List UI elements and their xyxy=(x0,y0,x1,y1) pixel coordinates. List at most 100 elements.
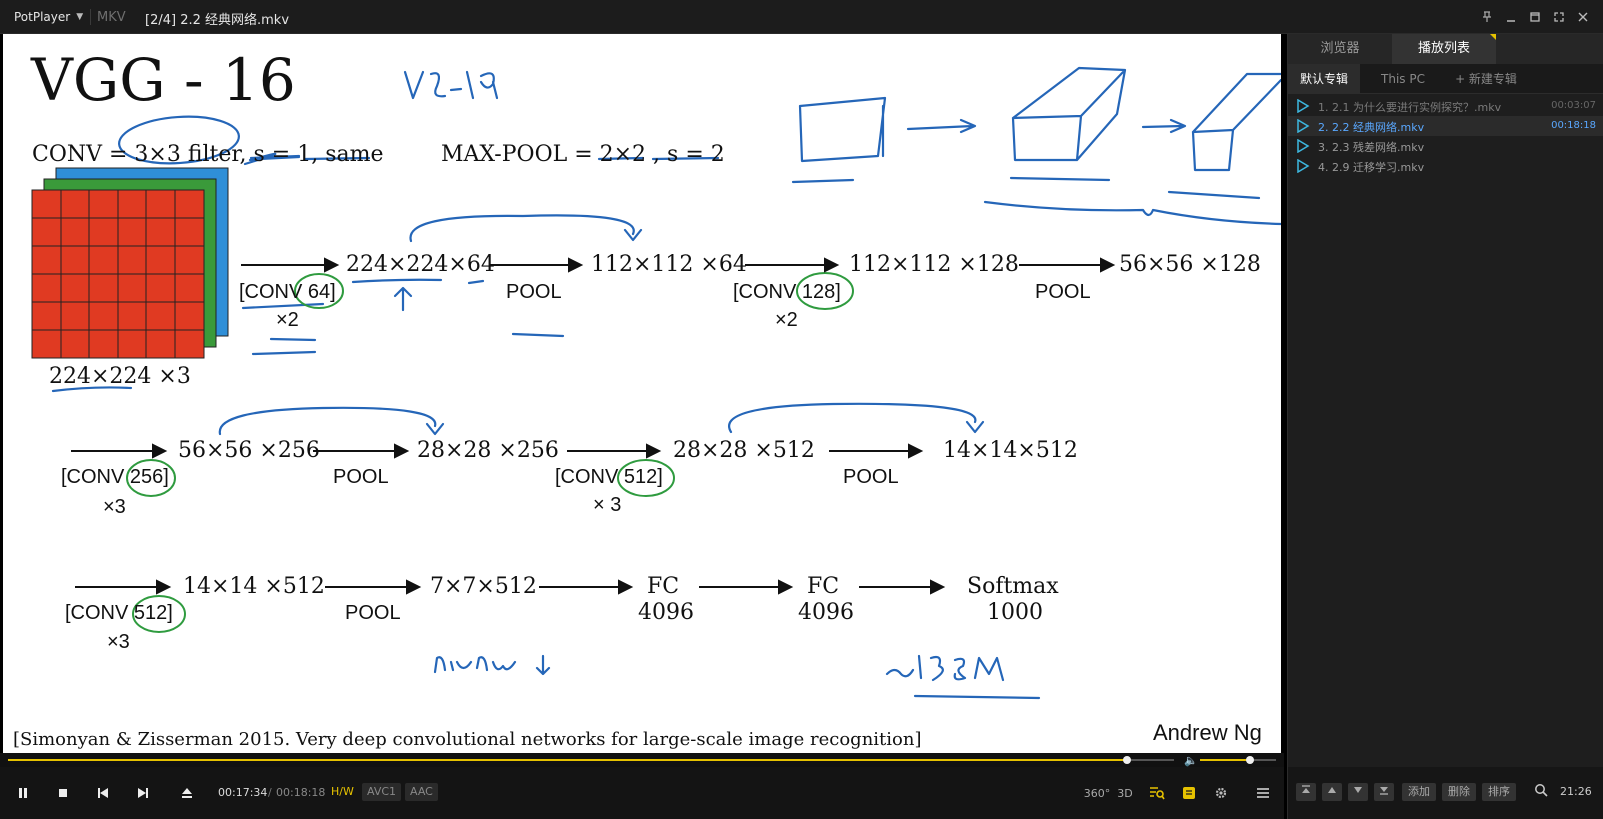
3d-button[interactable]: 3D xyxy=(1112,781,1138,805)
list-item[interactable]: 4. 2.9 迁移学习.mkv xyxy=(1288,156,1603,176)
sort-button[interactable]: 排序 xyxy=(1482,783,1516,801)
layer-op: POOL xyxy=(1035,281,1091,303)
tab-playlist[interactable]: 播放列表 xyxy=(1392,34,1496,64)
layer-op: [CONV 512] xyxy=(555,466,663,488)
move-bottom-button[interactable] xyxy=(1374,783,1394,801)
audio-codec-badge[interactable]: AAC xyxy=(405,783,438,801)
add-button[interactable]: 添加 xyxy=(1402,783,1436,801)
search-button[interactable] xyxy=(1528,783,1554,801)
tab-browser[interactable]: 浏览器 xyxy=(1288,34,1392,64)
previous-icon xyxy=(98,788,108,798)
maximize-button[interactable] xyxy=(1523,6,1547,28)
settings-button[interactable] xyxy=(1208,781,1234,805)
layer-op: POOL xyxy=(345,602,401,624)
progress-track[interactable] xyxy=(8,756,1174,764)
lecture-slide: VGG - 16 CONV = 3×3 filter, s = 1, same … xyxy=(3,34,1281,753)
maximize-icon xyxy=(1530,12,1540,22)
title-bar: PotPlayer ▼ MKV [2/4] 2.2 经典网络.mkv xyxy=(0,0,1603,34)
album-tab-new[interactable]: + 新建专辑 xyxy=(1446,64,1526,94)
move-down-button[interactable] xyxy=(1348,783,1368,801)
layer-output: Softmax xyxy=(967,574,1059,599)
playlist-toolbar: 添加 删除 排序 21:26 xyxy=(1288,767,1603,819)
play-marker-icon xyxy=(1297,139,1310,153)
author-credit: Andrew Ng xyxy=(1153,720,1262,745)
minimize-button[interactable] xyxy=(1499,6,1523,28)
list-item[interactable]: 3. 2.3 残差网络.mkv xyxy=(1288,136,1603,156)
pause-icon xyxy=(19,788,27,798)
search-icon xyxy=(1535,784,1548,797)
layer-output: 56×56 ×256 xyxy=(178,438,320,463)
layer-output: 28×28 ×256 xyxy=(417,438,559,463)
subtitle-search-icon xyxy=(1150,787,1165,800)
video-surface[interactable]: VGG - 16 CONV = 3×3 filter, s = 1, same … xyxy=(0,34,1284,753)
time-separator: / xyxy=(268,786,272,799)
layer-output: 112×112 ×64 xyxy=(591,252,747,277)
vr-360-button[interactable]: 360° xyxy=(1084,781,1111,805)
eject-button[interactable] xyxy=(174,781,200,805)
control-bar: 00:17:34 / 00:18:18 H/W AVC1 AAC 360° 3D xyxy=(0,767,1284,819)
input-dimension: 224×224 ×3 xyxy=(49,364,191,389)
item-duration: 00:03:07 xyxy=(1551,100,1596,111)
close-button[interactable] xyxy=(1571,6,1595,28)
subtitle-search-button[interactable] xyxy=(1144,781,1170,805)
layer-output: FC xyxy=(647,574,680,599)
hw-decode-badge[interactable]: H/W xyxy=(326,783,359,801)
item-title: 2. 2.2 经典网络.mkv xyxy=(1318,121,1425,134)
minimize-icon xyxy=(1507,20,1515,22)
playlist-list: 1. 2.1 为什么要进行实例探究？.mkv 00:03:07 2. 2.2 经… xyxy=(1288,96,1603,176)
item-title: 3. 2.3 残差网络.mkv xyxy=(1318,141,1425,154)
pause-button[interactable] xyxy=(10,781,36,805)
eject-icon xyxy=(182,788,192,798)
layer-output: 56×56 ×128 xyxy=(1119,252,1261,277)
close-icon xyxy=(1578,12,1588,22)
next-button[interactable] xyxy=(130,781,156,805)
layer-op: [CONV 128] xyxy=(733,281,841,303)
progress-handle[interactable] xyxy=(1123,756,1132,764)
gear-icon xyxy=(1215,787,1227,799)
layer-output: 14×14×512 xyxy=(943,438,1078,463)
album-tab-this-pc[interactable]: This PC xyxy=(1366,64,1440,94)
layer-op: POOL xyxy=(843,466,899,488)
menu-icon xyxy=(1257,788,1269,798)
move-top-button[interactable] xyxy=(1296,783,1316,801)
layer-multiplier: ×2 xyxy=(276,309,299,331)
playlist-icon xyxy=(1183,787,1195,799)
volume-slider[interactable] xyxy=(1200,756,1276,764)
video-codec-badge[interactable]: AVC1 xyxy=(362,783,402,801)
layer-output: 224×224×64 xyxy=(346,252,495,277)
move-up-button[interactable] xyxy=(1322,783,1342,801)
panel-tabs: 浏览器 播放列表 xyxy=(1288,34,1603,64)
list-item[interactable]: 1. 2.1 为什么要进行实例探究？.mkv 00:03:07 xyxy=(1288,96,1603,116)
album-tab-default[interactable]: 默认专辑 xyxy=(1288,64,1360,94)
playlist-toggle-button[interactable] xyxy=(1176,781,1202,805)
stop-button[interactable] xyxy=(50,781,76,805)
move-up-icon xyxy=(1328,787,1336,793)
layer-output: 112×112 ×128 xyxy=(849,252,1019,277)
main-menu-button[interactable] xyxy=(1250,781,1276,805)
playlist-panel: 浏览器 播放列表 默认专辑 This PC + 新建专辑 1. 2.1 为什么要… xyxy=(1287,34,1603,819)
progress-fill xyxy=(8,759,1128,761)
fullscreen-icon xyxy=(1554,12,1564,22)
list-item[interactable]: 2. 2.2 经典网络.mkv 00:18:18 xyxy=(1288,116,1603,136)
layer-output: 28×28 ×512 xyxy=(673,438,815,463)
layer-output: 14×14 ×512 xyxy=(183,574,325,599)
layer-size: 4096 xyxy=(638,600,694,625)
pin-button[interactable] xyxy=(1475,6,1499,28)
volume-icon[interactable]: 🔈 xyxy=(1184,754,1198,767)
input-volume-illustration xyxy=(31,167,229,359)
seek-bar[interactable]: 🔈 xyxy=(0,753,1284,767)
app-menu-button[interactable]: PotPlayer ▼ xyxy=(4,6,93,28)
album-tabs: 默认专辑 This PC + 新建专辑 xyxy=(1288,64,1603,94)
chevron-down-icon: ▼ xyxy=(76,12,84,22)
volume-fill xyxy=(1200,759,1251,761)
fullscreen-button[interactable] xyxy=(1547,6,1571,28)
citation: [Simonyan & Zisserman 2015. Very deep co… xyxy=(13,729,922,750)
layer-op: POOL xyxy=(506,281,562,303)
app-name: PotPlayer xyxy=(14,10,71,24)
conv-rule: CONV = 3×3 filter, s = 1, same xyxy=(32,142,384,167)
title-divider xyxy=(90,9,91,25)
previous-button[interactable] xyxy=(90,781,116,805)
delete-button[interactable]: 删除 xyxy=(1442,783,1476,801)
pin-icon xyxy=(1483,11,1491,22)
volume-handle[interactable] xyxy=(1246,756,1255,764)
